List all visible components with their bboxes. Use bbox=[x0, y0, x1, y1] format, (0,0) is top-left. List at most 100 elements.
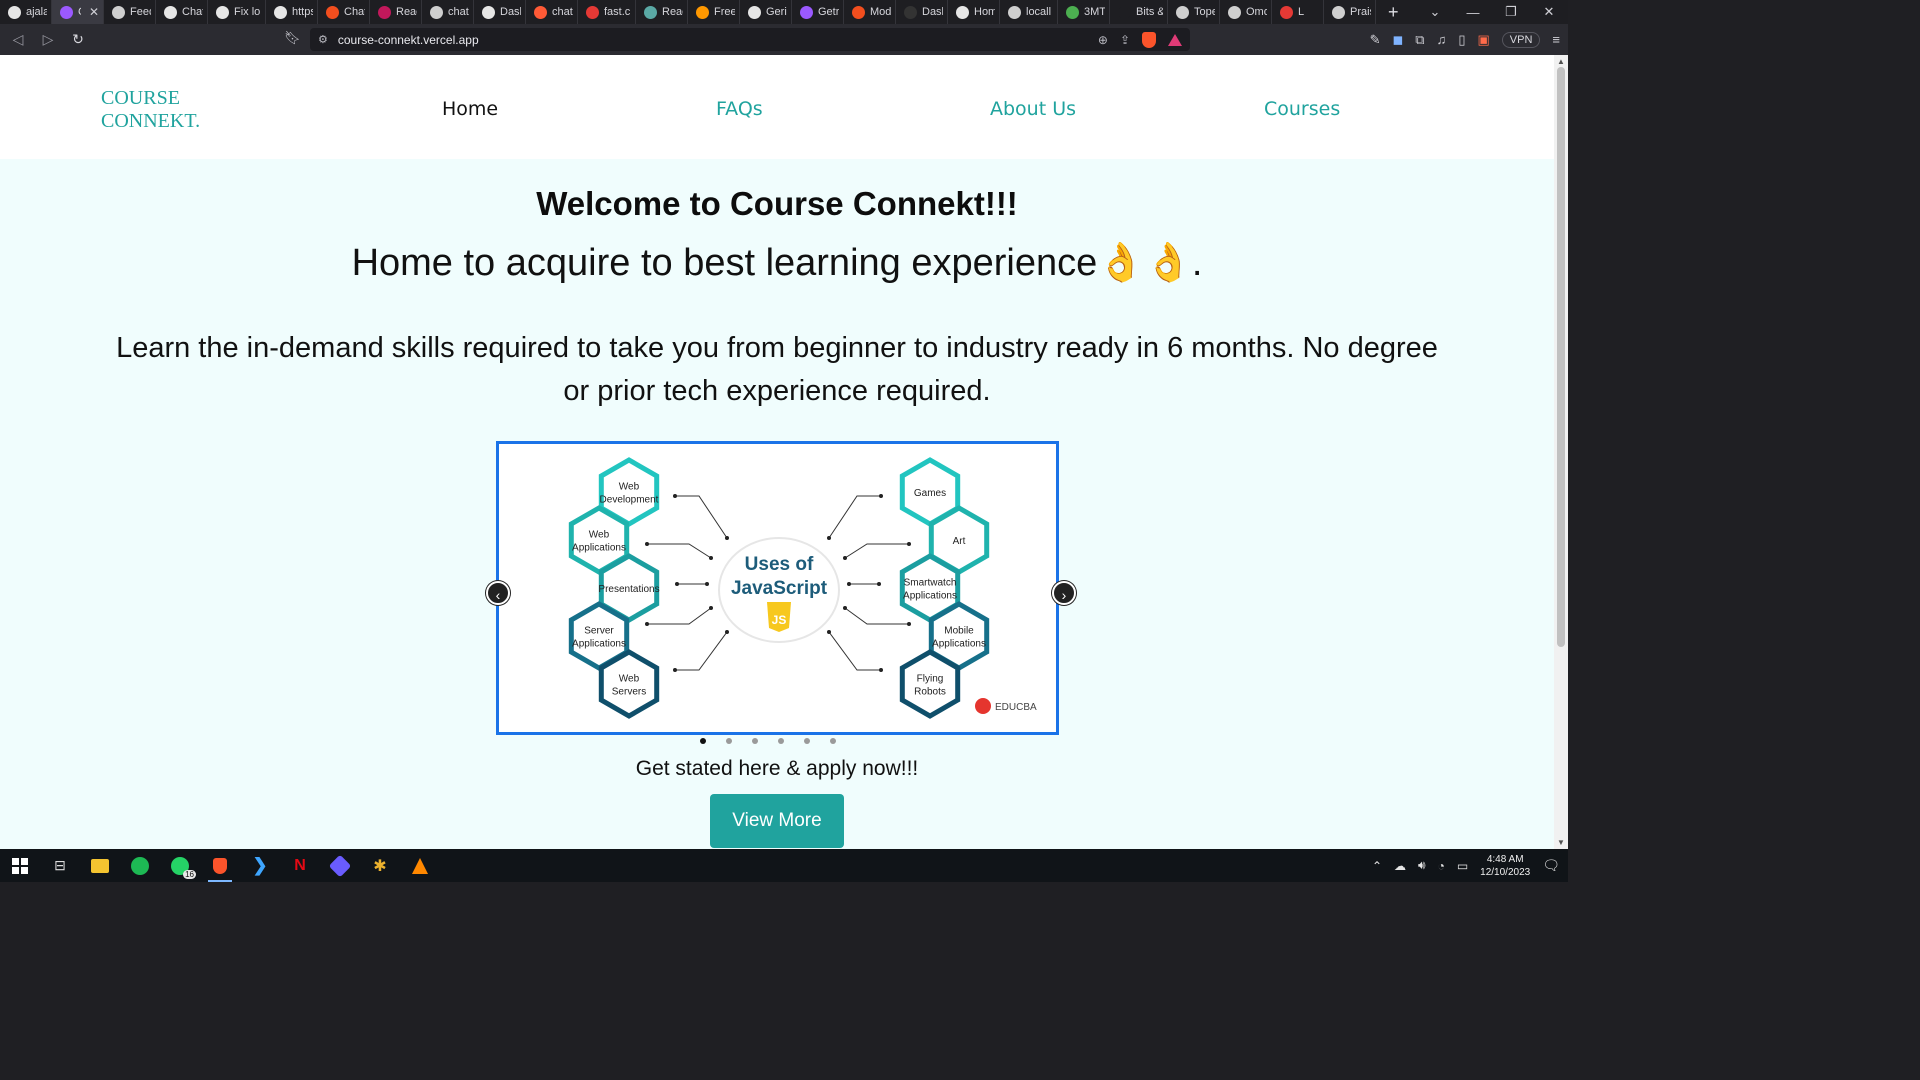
cta-text: Get stated here & apply now!!! bbox=[635, 757, 919, 780]
close-window-button[interactable]: ✕ bbox=[1530, 4, 1568, 20]
carousel-next-button[interactable]: › bbox=[1052, 581, 1076, 605]
wallet-icon[interactable]: ▣ bbox=[1477, 32, 1489, 48]
onedrive-icon[interactable]: ☁ bbox=[1394, 859, 1406, 873]
nav-faqs[interactable]: FAQs bbox=[716, 98, 763, 120]
restore-button[interactable]: ❐ bbox=[1492, 4, 1530, 20]
pen-extension-icon[interactable]: ✎ bbox=[1370, 32, 1381, 48]
volume-icon[interactable]: 🔊︎ bbox=[1418, 858, 1426, 873]
site-info-icon[interactable]: ⚙ bbox=[318, 33, 328, 46]
brave-shields-icon[interactable] bbox=[1142, 31, 1156, 48]
brave-icon bbox=[213, 857, 227, 874]
right-hexagon-label: Applications bbox=[932, 639, 986, 650]
battery-icon[interactable]: ▭ bbox=[1457, 859, 1468, 873]
connector-line bbox=[647, 607, 712, 625]
right-hexagon-label: Robots bbox=[914, 687, 946, 698]
browser-tab[interactable]: Prais bbox=[1324, 0, 1376, 24]
reload-button[interactable]: ↻ bbox=[68, 31, 88, 48]
extension-icon[interactable]: ◼ bbox=[1392, 32, 1403, 48]
taskbar-slack[interactable]: ✱ bbox=[360, 849, 400, 882]
address-bar[interactable]: ⚙ course-connekt.vercel.app ⊕ ⇪ bbox=[310, 28, 1190, 51]
browser-tab[interactable]: 3MT bbox=[1058, 0, 1110, 24]
browser-tab[interactable]: ajala bbox=[0, 0, 52, 24]
brave-rewards-icon[interactable] bbox=[1168, 33, 1182, 46]
browser-tab[interactable]: C✕ bbox=[52, 0, 104, 24]
network-icon[interactable]: ◔ bbox=[1438, 859, 1445, 873]
browser-tab[interactable]: Hom bbox=[948, 0, 1000, 24]
taskbar-media-player[interactable] bbox=[320, 849, 360, 882]
browser-tab[interactable]: Dash bbox=[474, 0, 526, 24]
connector-dot bbox=[675, 582, 679, 586]
browser-tab[interactable]: fast.c bbox=[578, 0, 636, 24]
notifications-icon[interactable]: 🗨︎ bbox=[1542, 857, 1560, 874]
browser-tab[interactable]: Reac bbox=[370, 0, 422, 24]
browser-tab[interactable]: L bbox=[1272, 0, 1324, 24]
tab-label: Dash bbox=[922, 6, 943, 18]
puzzle-icon[interactable]: ⧉ bbox=[1415, 32, 1424, 48]
url-text[interactable]: course-connekt.vercel.app bbox=[338, 33, 479, 47]
sidebar-icon[interactable]: ▯ bbox=[1458, 32, 1465, 48]
browser-tab[interactable]: Fix lo bbox=[208, 0, 266, 24]
start-button[interactable] bbox=[0, 849, 40, 882]
carousel-prev-button[interactable]: ‹ bbox=[486, 581, 510, 605]
browser-tab[interactable]: Mod bbox=[844, 0, 896, 24]
taskbar-spotify[interactable] bbox=[120, 849, 160, 882]
nav-about-us[interactable]: About Us bbox=[990, 98, 1076, 120]
carousel-indicator-dot[interactable] bbox=[700, 738, 706, 744]
carousel-indicator-dot[interactable] bbox=[726, 738, 732, 744]
taskbar-brave[interactable] bbox=[200, 849, 240, 882]
scroll-up-arrow[interactable]: ▲ bbox=[1557, 57, 1565, 66]
carousel-slide[interactable]: Web Development Web Applications Presentatio… bbox=[496, 441, 1059, 735]
taskbar-vscode[interactable]: ❯ bbox=[240, 849, 280, 882]
music-icon[interactable]: ♫ bbox=[1437, 32, 1447, 47]
tab-search-icon[interactable]: ⌄ bbox=[1416, 4, 1454, 20]
carousel-indicator-dot[interactable] bbox=[830, 738, 836, 744]
browser-tab[interactable]: Reac bbox=[636, 0, 688, 24]
show-hidden-icons[interactable]: ⌃ bbox=[1372, 859, 1382, 873]
browser-tab[interactable]: Feed bbox=[104, 0, 156, 24]
minimize-button[interactable]: — bbox=[1454, 5, 1492, 20]
taskbar-vlc[interactable] bbox=[400, 849, 440, 882]
view-more-button[interactable]: View More bbox=[710, 794, 844, 848]
browser-tab[interactable]: Omo bbox=[1220, 0, 1272, 24]
carousel-indicator-dot[interactable] bbox=[752, 738, 758, 744]
clock[interactable]: 4:48 AM 12/10/2023 bbox=[1480, 853, 1530, 879]
back-button[interactable]: ◁ bbox=[8, 31, 28, 48]
menu-icon[interactable]: ≡ bbox=[1552, 32, 1560, 47]
connector-line bbox=[675, 495, 728, 539]
browser-tab[interactable]: Geric bbox=[740, 0, 792, 24]
browser-tab[interactable]: Bits & bbox=[1110, 0, 1168, 24]
vpn-button[interactable]: VPN bbox=[1501, 31, 1541, 48]
clock-date: 12/10/2023 bbox=[1480, 866, 1531, 878]
nav-home[interactable]: Home bbox=[442, 98, 498, 120]
taskbar-whatsapp[interactable]: 16 bbox=[160, 849, 200, 882]
browser-tab[interactable]: Dash bbox=[896, 0, 948, 24]
browser-tab[interactable]: Getri bbox=[792, 0, 844, 24]
taskbar-netflix[interactable]: N bbox=[280, 849, 320, 882]
page-scrollbar[interactable]: ▲ ▼ bbox=[1554, 55, 1568, 849]
browser-tab[interactable]: locall bbox=[1000, 0, 1058, 24]
forward-button[interactable]: ▷ bbox=[38, 31, 58, 48]
scroll-down-arrow[interactable]: ▼ bbox=[1557, 838, 1565, 847]
page-viewport: COURSE CONNEKT. Home FAQs About Us Cours… bbox=[0, 55, 1554, 849]
browser-tab[interactable]: chat bbox=[526, 0, 578, 24]
nav-courses[interactable]: Courses bbox=[1264, 98, 1340, 120]
browser-tab[interactable]: https bbox=[266, 0, 318, 24]
share-icon[interactable]: ⇪ bbox=[1120, 33, 1130, 47]
taskbar-file-explorer[interactable] bbox=[80, 849, 120, 882]
tab-label: Dash bbox=[500, 6, 521, 18]
zoom-icon[interactable]: ⊕ bbox=[1098, 33, 1108, 47]
browser-tab[interactable]: Chat bbox=[318, 0, 370, 24]
connector-line bbox=[844, 543, 909, 559]
tab-close-icon[interactable]: ✕ bbox=[89, 5, 99, 19]
browser-tab[interactable]: Tope bbox=[1168, 0, 1220, 24]
task-view-button[interactable]: ⊟ bbox=[40, 849, 80, 882]
browser-tab[interactable]: Chat bbox=[156, 0, 208, 24]
browser-tab[interactable]: Free bbox=[688, 0, 740, 24]
carousel-indicator-dot[interactable] bbox=[778, 738, 784, 744]
bookmark-icon[interactable]: 🔖︎ bbox=[284, 30, 301, 46]
site-logo[interactable]: COURSE CONNEKT. bbox=[101, 87, 200, 133]
browser-tab[interactable]: chat bbox=[422, 0, 474, 24]
carousel-indicator-dot[interactable] bbox=[804, 738, 810, 744]
new-tab-button[interactable]: + bbox=[1376, 0, 1411, 24]
scroll-thumb[interactable] bbox=[1557, 67, 1565, 647]
